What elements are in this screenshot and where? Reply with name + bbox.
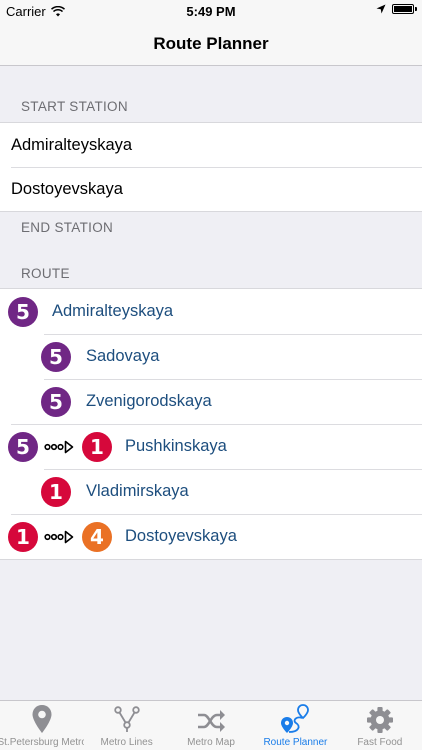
route-station-name: Admiralteyskaya [52,302,174,320]
metro-line-badge: 4 [82,521,112,552]
metro-line-badge: 1 [8,521,38,552]
tab-label: Metro Lines [100,737,153,748]
start-station-cell[interactable]: Admiralteyskaya [0,123,422,167]
metro-lines-icon [113,706,140,732]
route-step[interactable]: 5 Admiralteyskaya [0,289,422,334]
page-title: Route Planner [153,34,269,53]
tab-label: St.Petersburg Metro [0,737,85,748]
tab-metro-map[interactable]: Metro Map [169,701,253,750]
tab-bar: St.Petersburg Metro Metro Lines Metro Ma… [0,700,422,750]
tab-route-planner[interactable]: Route Planner [253,701,337,750]
tab-label: Route Planner [263,737,328,748]
metro-line-badge: 5 [41,341,71,372]
route-planner-icon [281,704,310,733]
route-step[interactable]: 1 Vladimirskaya [0,469,422,514]
gear-icon [366,707,393,733]
route-station-name: Sadovaya [86,347,160,365]
tab-fast-food[interactable]: Fast Food [338,701,422,750]
status-time: 5:49 PM [186,4,236,19]
route-station-name: Pushkinskaya [125,437,227,455]
start-station-header: START STATION [21,99,128,114]
route-step[interactable]: 1 4 Dostoyevskaya [0,514,422,559]
metro-line-badge: 1 [41,476,71,507]
navigation-bar: Route Planner [0,22,422,66]
tab-label: Metro Map [187,737,235,748]
tab-st-petersburg-metro[interactable]: St.Petersburg Metro [0,701,84,750]
metro-line-badge: 5 [8,296,38,327]
map-pin-icon [32,705,52,733]
metro-line-badge: 5 [8,431,38,462]
shuffle-icon [198,710,226,732]
start-station-group: Admiralteyskaya Dostoyevskaya [0,122,422,212]
route-station-name: Zvenigorodskaya [86,392,212,410]
route-step[interactable]: 5 Sadovaya [0,334,422,379]
tab-label: Fast Food [357,737,403,748]
transfer-arrow-icon [44,440,74,454]
location-arrow-icon [376,4,386,14]
route-step[interactable]: 5 1 Pushkinskaya [0,424,422,469]
status-bar: Carrier 5:49 PM [0,0,422,22]
metro-line-badge: 5 [41,386,71,417]
route-station-name: Dostoyevskaya [125,527,237,545]
tab-metro-lines[interactable]: Metro Lines [84,701,168,750]
status-right [376,4,417,14]
end-station-header: END STATION [21,220,114,235]
transfer-arrow-icon [44,530,74,544]
route-step[interactable]: 5 Zvenigorodskaya [0,379,422,424]
route-list: 5 Admiralteyskaya 5 Sadovaya 5 Zvenigorodskay… [0,288,422,560]
end-station-cell[interactable]: Dostoyevskaya [0,167,422,211]
route-header: ROUTE [21,266,70,281]
battery-icon [392,4,417,14]
metro-line-badge: 1 [82,431,112,462]
route-station-name: Vladimirskaya [86,482,189,500]
